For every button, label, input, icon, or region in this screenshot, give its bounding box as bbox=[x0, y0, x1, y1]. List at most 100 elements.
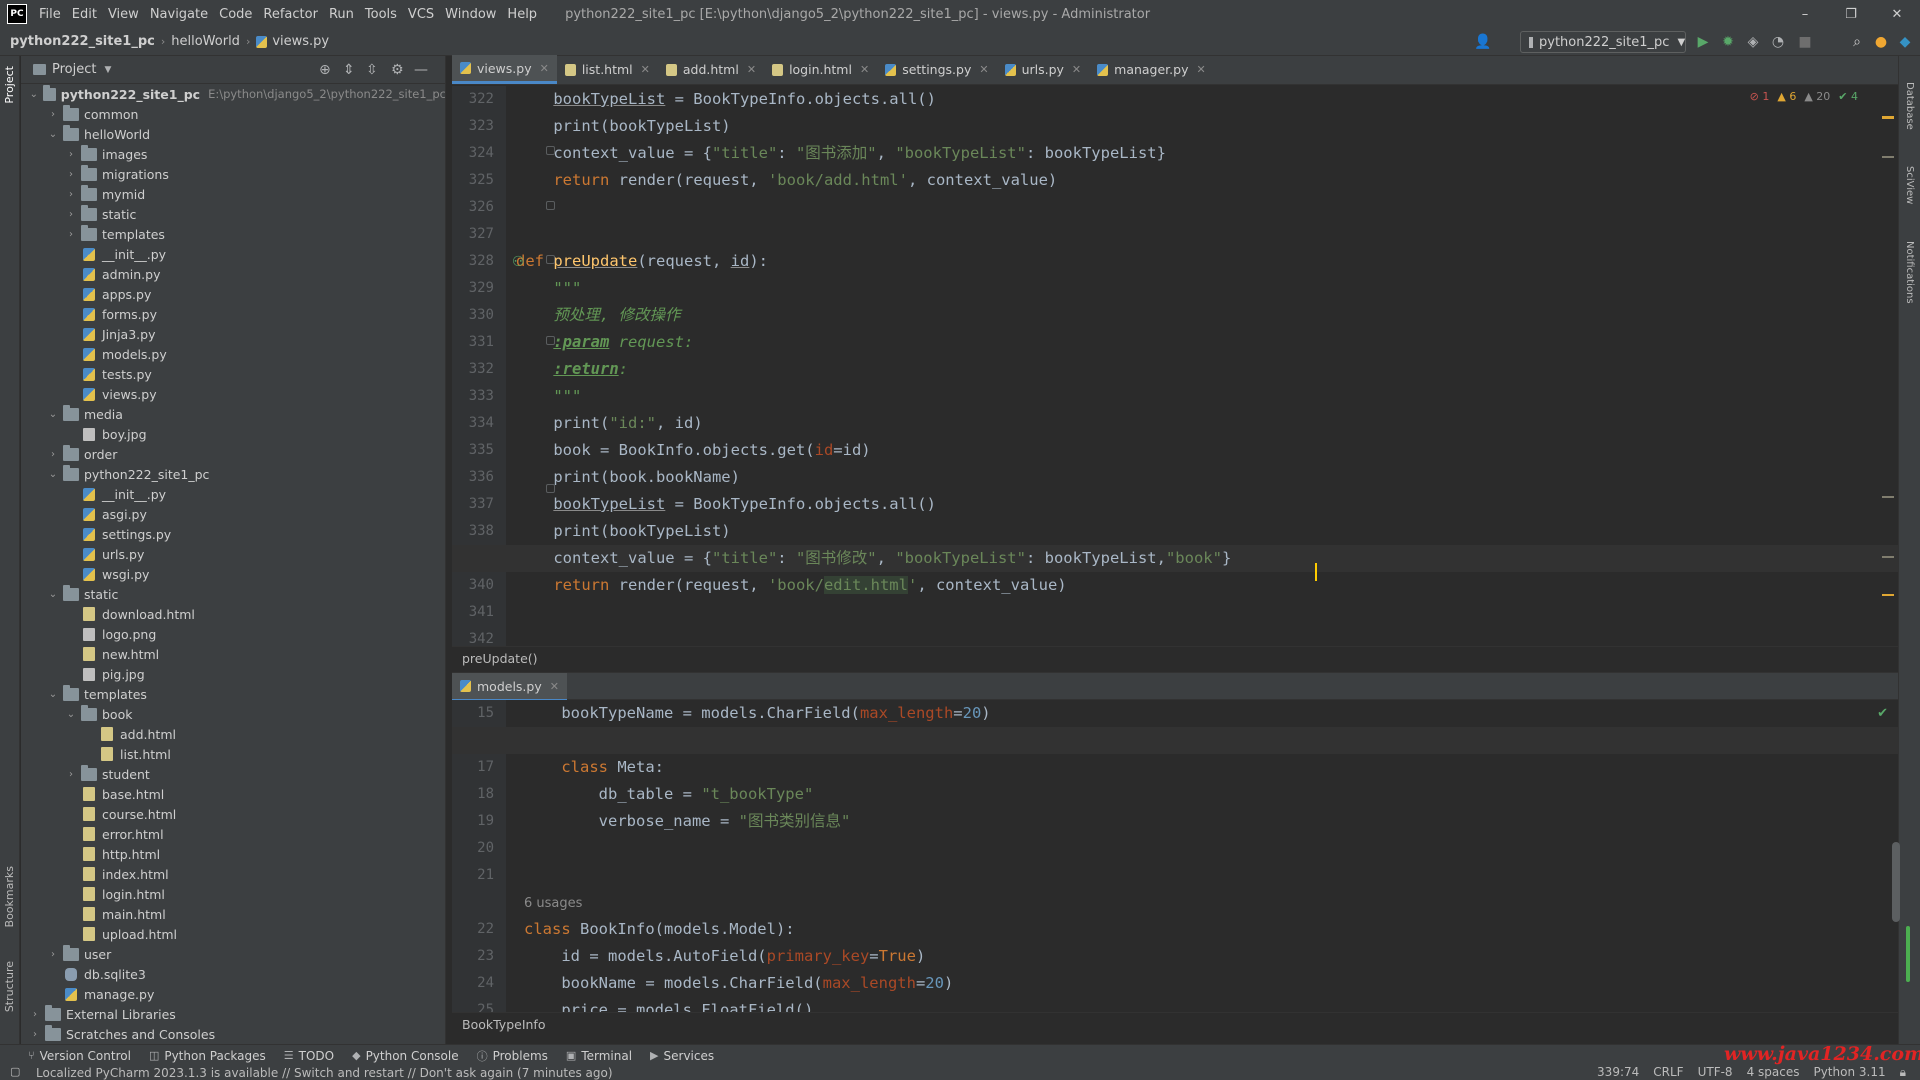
tree-file[interactable]: wsgi.py bbox=[21, 564, 445, 584]
minimize-button[interactable]: – bbox=[1782, 0, 1828, 28]
line-number[interactable] bbox=[452, 889, 506, 916]
close-tab-icon[interactable]: ✕ bbox=[1072, 63, 1081, 76]
line-number[interactable]: 22 bbox=[452, 916, 506, 943]
tree-file[interactable]: tests.py bbox=[21, 364, 445, 384]
editor-tab[interactable]: views.py ✕ bbox=[452, 55, 557, 84]
close-tab-icon[interactable]: ✕ bbox=[550, 680, 559, 693]
menu-vcs[interactable]: VCS bbox=[408, 7, 434, 22]
code-line[interactable]: context_value = {"title": "图书修改", "bookT… bbox=[516, 545, 1231, 572]
line-number[interactable]: 18 bbox=[452, 781, 506, 808]
menu-navigate[interactable]: Navigate bbox=[150, 7, 208, 22]
chevron-down-icon[interactable]: ⌄ bbox=[47, 689, 59, 700]
gear-icon[interactable]: ⚙ bbox=[391, 62, 404, 78]
code-line[interactable]: context_value = {"title": "图书添加", "bookT… bbox=[516, 140, 1166, 167]
tree-folder[interactable]: › student bbox=[21, 764, 445, 784]
tree-file[interactable]: logo.png bbox=[21, 624, 445, 644]
line-number[interactable]: 341 bbox=[452, 599, 506, 626]
python-console-button[interactable]: ◆ Python Console bbox=[352, 1049, 459, 1063]
tree-folder[interactable]: ⌄ python222_site1_pc E:\python\django5_2\p… bbox=[21, 84, 445, 104]
tree-folder[interactable]: › common bbox=[21, 104, 445, 124]
editor-breadcrumb-bottom[interactable]: BookTypeInfo bbox=[452, 1012, 1898, 1036]
close-window-button[interactable]: ✕ bbox=[1874, 0, 1920, 28]
sciview-tool-tab[interactable]: SciView bbox=[1904, 166, 1915, 204]
code-line[interactable]: print("id:", id) bbox=[516, 410, 702, 437]
tree-file[interactable]: __init__.py bbox=[21, 484, 445, 504]
tree-file[interactable]: Jinja3.py bbox=[21, 324, 445, 344]
menu-window[interactable]: Window bbox=[445, 7, 496, 22]
chevron-down-icon[interactable]: ⌄ bbox=[65, 709, 77, 720]
tree-folder[interactable]: › External Libraries bbox=[21, 1004, 445, 1024]
code-line[interactable]: class Meta: bbox=[524, 754, 664, 781]
python-packages-button[interactable]: ◫ Python Packages bbox=[149, 1049, 266, 1063]
line-number[interactable]: 335 bbox=[452, 437, 506, 464]
chevron-right-icon[interactable]: › bbox=[65, 149, 77, 160]
code-line[interactable]: 6 usages bbox=[524, 889, 582, 916]
todo-button[interactable]: ☰ TODO bbox=[284, 1049, 334, 1063]
tree-file[interactable]: base.html bbox=[21, 784, 445, 804]
line-number[interactable]: 330 bbox=[452, 302, 506, 329]
stop-icon[interactable]: ■ bbox=[1796, 33, 1814, 51]
tree-file[interactable]: download.html bbox=[21, 604, 445, 624]
chevron-down-icon[interactable]: ⌄ bbox=[29, 89, 39, 100]
chevron-right-icon[interactable]: › bbox=[29, 1029, 41, 1040]
tree-file[interactable]: list.html bbox=[21, 744, 445, 764]
line-separator[interactable]: CRLF bbox=[1653, 1065, 1683, 1080]
search-icon[interactable]: ⌕ bbox=[1848, 33, 1866, 51]
tree-folder[interactable]: › migrations bbox=[21, 164, 445, 184]
tree-folder[interactable]: ⌄ static bbox=[21, 584, 445, 604]
chevron-right-icon[interactable]: › bbox=[65, 209, 77, 220]
menu-edit[interactable]: Edit bbox=[72, 7, 97, 22]
tree-file[interactable]: forms.py bbox=[21, 304, 445, 324]
code-line[interactable]: :param request: bbox=[516, 329, 693, 356]
code-line[interactable]: id = models.AutoField(primary_key=True) bbox=[524, 943, 925, 970]
bookmarks-tool-tab[interactable]: Bookmarks bbox=[3, 866, 16, 927]
tree-folder[interactable]: ⌄ python222_site1_pc bbox=[21, 464, 445, 484]
tree-file[interactable]: new.html bbox=[21, 644, 445, 664]
code-line[interactable]: class BookInfo(models.Model): bbox=[524, 916, 795, 943]
code-line[interactable]: bookTypeList = BookTypeInfo.objects.all(… bbox=[516, 491, 936, 518]
chevron-right-icon[interactable]: › bbox=[65, 769, 77, 780]
django-template-gutter-icon[interactable]: ⚇ bbox=[512, 254, 525, 270]
tree-folder[interactable]: › mymid bbox=[21, 184, 445, 204]
run-configuration-select[interactable]: python222_site1_pc ▼ bbox=[1520, 31, 1686, 53]
code-editor-models[interactable]: 1516171819202122232425 ✔ bookTypeName = … bbox=[452, 700, 1900, 1019]
tree-file[interactable]: db.sqlite3 bbox=[21, 964, 445, 984]
project-tool-tab[interactable]: Project bbox=[3, 66, 16, 104]
tree-file[interactable]: index.html bbox=[21, 864, 445, 884]
chevron-down-icon[interactable]: ▼ bbox=[104, 65, 111, 75]
editor-tab[interactable]: settings.py ✕ bbox=[877, 55, 996, 84]
menu-help[interactable]: Help bbox=[507, 7, 537, 22]
file-encoding[interactable]: UTF-8 bbox=[1698, 1065, 1733, 1080]
tree-folder[interactable]: › order bbox=[21, 444, 445, 464]
editor-breadcrumb-top[interactable]: preUpdate() bbox=[452, 646, 1898, 670]
expand-all-icon[interactable]: ⇕ bbox=[343, 62, 355, 78]
line-number[interactable]: 336 bbox=[452, 464, 506, 491]
user-icon[interactable]: 👤 bbox=[1474, 33, 1492, 51]
hide-icon[interactable]: — bbox=[414, 62, 428, 78]
line-number[interactable]: 337 bbox=[452, 491, 506, 518]
status-message[interactable]: Localized PyCharm 2023.1.3 is available … bbox=[36, 1066, 613, 1080]
chevron-right-icon[interactable]: › bbox=[65, 169, 77, 180]
tree-file[interactable]: http.html bbox=[21, 844, 445, 864]
breadcrumb-function[interactable]: preUpdate() bbox=[462, 651, 538, 666]
code-line[interactable]: db_table = "t_bookType" bbox=[524, 781, 814, 808]
nav-crumb-folder[interactable]: helloWorld bbox=[171, 34, 240, 49]
editor-tab[interactable]: login.html ✕ bbox=[764, 55, 877, 84]
inspection-widget[interactable]: ⊘ 1 ▲ 6 ▲ 20 ✔ 4 bbox=[1750, 90, 1858, 103]
run-icon[interactable]: ▶ bbox=[1694, 33, 1712, 51]
tree-folder[interactable]: ⌄ templates bbox=[21, 684, 445, 704]
line-number[interactable]: 333 bbox=[452, 383, 506, 410]
tree-file[interactable]: asgi.py bbox=[21, 504, 445, 524]
fold-marker[interactable] bbox=[546, 336, 555, 345]
line-number[interactable]: 329 bbox=[452, 275, 506, 302]
chevron-right-icon[interactable]: › bbox=[47, 949, 59, 960]
code-line[interactable]: bookTypeName = models.CharField(max_leng… bbox=[524, 700, 990, 727]
chevron-down-icon[interactable]: ⌄ bbox=[47, 469, 59, 480]
line-number[interactable]: 17 bbox=[452, 754, 506, 781]
structure-tool-tab[interactable]: Structure bbox=[3, 961, 16, 1012]
tree-file[interactable]: apps.py bbox=[21, 284, 445, 304]
tree-file[interactable]: course.html bbox=[21, 804, 445, 824]
tree-folder[interactable]: ⌄ media bbox=[21, 404, 445, 424]
fold-marker[interactable] bbox=[546, 201, 555, 210]
close-tab-icon[interactable]: ✕ bbox=[540, 62, 549, 75]
